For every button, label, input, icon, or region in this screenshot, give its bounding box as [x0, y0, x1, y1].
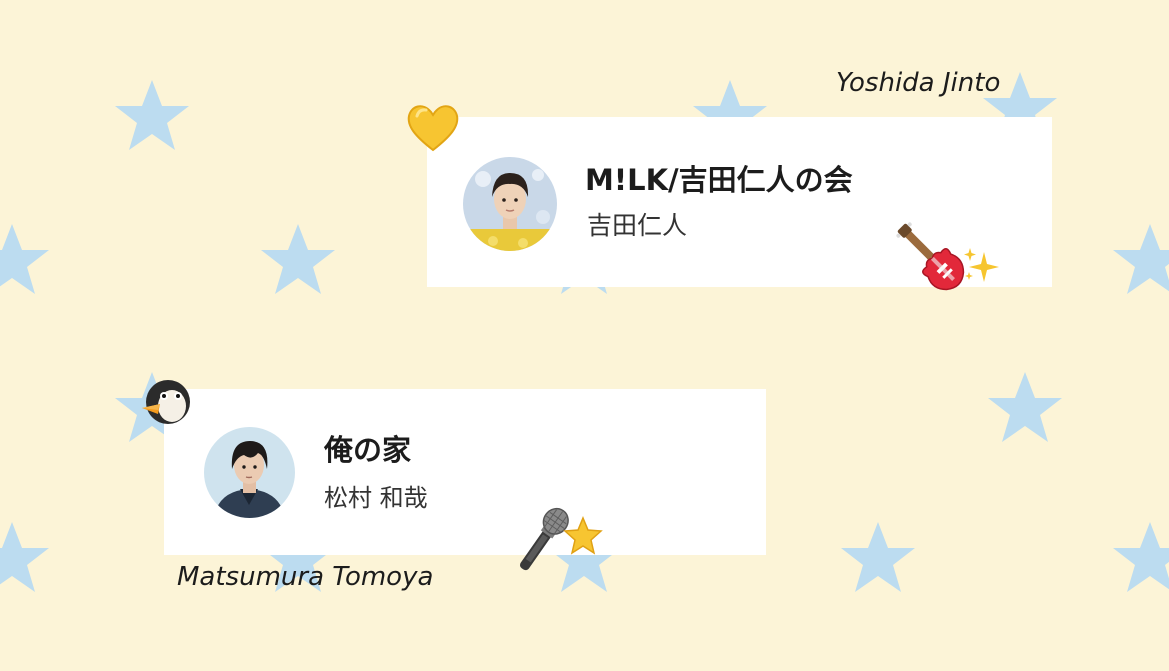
penguin-icon [138, 376, 200, 426]
avatar [463, 157, 557, 251]
caption-name-romaji: Matsumura Tomoya [177, 562, 434, 592]
background-star-icon [841, 522, 915, 592]
background-star-icon [261, 224, 335, 294]
star-pattern-background [0, 72, 1169, 592]
group-title: M!LK/吉田仁人の会 [585, 163, 853, 197]
group-chat-card[interactable]: 俺の家 松村 和哉 [164, 389, 766, 555]
caption-name-romaji: Yoshida Jinto [836, 68, 1001, 98]
group-owner-name: 松村 和哉 [324, 484, 428, 512]
group-owner-name: 吉田仁人 [587, 211, 688, 240]
background-star-icon [1113, 522, 1169, 592]
background-star-icon [115, 80, 189, 150]
background-star-icon [1113, 224, 1169, 294]
group-title: 俺の家 [324, 433, 412, 467]
sparkles-icon [962, 246, 1002, 286]
star-icon [563, 516, 603, 556]
background-star-icon [0, 522, 49, 592]
background-star-icon [988, 372, 1062, 442]
background-star-icon [0, 224, 49, 294]
yellow-heart-icon [405, 100, 461, 156]
avatar [204, 427, 295, 518]
